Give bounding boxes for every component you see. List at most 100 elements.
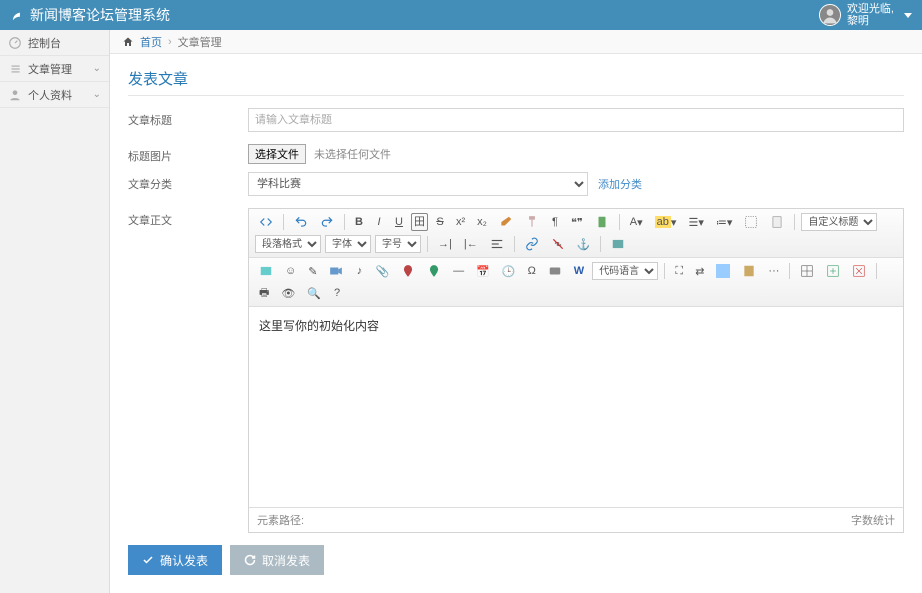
directionality-ltr-icon[interactable]: ⇄: [691, 262, 708, 280]
cancel-button[interactable]: 取消发表: [230, 545, 324, 575]
underline-icon[interactable]: U: [391, 213, 407, 231]
sidebar-item-dashboard[interactable]: 控制台: [0, 30, 109, 56]
background-icon[interactable]: [712, 262, 734, 280]
search-replace-icon[interactable]: 🔍: [303, 284, 325, 302]
bold-icon[interactable]: B: [351, 213, 367, 231]
code-language-select[interactable]: 代码语言: [592, 262, 658, 280]
category-select[interactable]: 学科比赛: [248, 172, 588, 196]
backcolor-icon[interactable]: ab▾: [651, 213, 681, 231]
unlink-icon[interactable]: [547, 235, 569, 253]
brand-label: 新闻博客论坛管理系统: [30, 5, 170, 25]
strike-icon[interactable]: S: [432, 213, 448, 231]
italic-icon[interactable]: I: [371, 213, 387, 231]
user-menu[interactable]: 欢迎光临, 黎明: [819, 3, 912, 27]
cancel-label: 取消发表: [262, 552, 310, 569]
leaf-icon: [10, 8, 24, 22]
custom-title-select[interactable]: 自定义标题: [801, 213, 877, 231]
format-brush-icon[interactable]: [521, 213, 543, 231]
table-icon[interactable]: [796, 262, 818, 280]
editor-content-area[interactable]: 这里写你的初始化内容: [249, 307, 903, 507]
submit-button[interactable]: 确认发表: [128, 545, 222, 575]
add-category-link[interactable]: 添加分类: [598, 176, 642, 192]
date-icon[interactable]: 📅: [472, 262, 494, 280]
blockquote-icon[interactable]: ❝❞: [567, 213, 587, 231]
label-category: 文章分类: [128, 172, 248, 196]
outdent-icon[interactable]: |←: [460, 235, 482, 253]
breadcrumb-home[interactable]: 首页: [140, 34, 162, 50]
superscript-icon[interactable]: x²: [452, 213, 469, 231]
topbar: 新闻博客论坛管理系统 欢迎光临, 黎明: [0, 0, 922, 30]
breadcrumb-sep: ›: [168, 36, 172, 48]
sidebar-item-articles[interactable]: 文章管理 ⌄: [0, 56, 109, 82]
dashboard-icon: [8, 36, 22, 50]
paragraph-format-select[interactable]: 段落格式: [255, 235, 321, 253]
link-icon[interactable]: [521, 235, 543, 253]
user-text: 欢迎光临, 黎明: [847, 3, 894, 27]
sidebar-item-label: 控制台: [28, 35, 61, 51]
fullscreen-icon[interactable]: ⛶: [671, 262, 687, 280]
wordimage-icon[interactable]: W: [570, 262, 588, 280]
source-icon[interactable]: [255, 213, 277, 231]
font-family-select[interactable]: 字体: [325, 235, 371, 253]
redo-icon[interactable]: [316, 213, 338, 231]
user-icon: [8, 88, 22, 102]
map-icon[interactable]: [397, 262, 419, 280]
font-size-select[interactable]: 字号: [375, 235, 421, 253]
editor-footer: 元素路径: 字数统计: [249, 507, 903, 532]
sidebar-item-profile[interactable]: 个人资料 ⌄: [0, 82, 109, 108]
single-image-icon[interactable]: [255, 262, 277, 280]
divider: [128, 95, 904, 96]
sidebar-item-label: 文章管理: [28, 61, 72, 77]
fontborder-icon[interactable]: 田: [411, 213, 428, 231]
special-char-icon[interactable]: Ω: [524, 262, 540, 280]
table-insert-icon[interactable]: [822, 262, 844, 280]
table-delete-icon[interactable]: [848, 262, 870, 280]
label-image: 标题图片: [128, 144, 248, 164]
indent-icon[interactable]: →|: [434, 235, 456, 253]
template-icon[interactable]: [738, 262, 760, 280]
chevron-down-icon: ⌄: [93, 63, 101, 74]
anchor-icon[interactable]: ⚓: [573, 235, 595, 253]
choose-file-button[interactable]: 选择文件: [248, 144, 306, 164]
snapscreen-icon[interactable]: [544, 262, 566, 280]
attachment-icon[interactable]: 📎: [371, 262, 393, 280]
emotion-icon[interactable]: ☺: [281, 262, 300, 280]
image-icon[interactable]: [607, 235, 629, 253]
label-title: 文章标题: [128, 108, 248, 132]
music-icon[interactable]: ♪: [351, 262, 367, 280]
caret-down-icon: [904, 13, 912, 18]
main: 首页 › 文章管理 发表文章 文章标题 标题图片 选择文件 未选择任何文件: [110, 30, 922, 593]
pasteplain-icon[interactable]: [591, 213, 613, 231]
preview-icon[interactable]: 👁: [277, 284, 299, 302]
sidebar: 控制台 文章管理 ⌄ 个人资料 ⌄: [0, 30, 110, 593]
cleardoc-icon[interactable]: [766, 213, 788, 231]
subscript-icon[interactable]: x₂: [473, 213, 491, 231]
submit-label: 确认发表: [160, 552, 208, 569]
page-title: 发表文章: [128, 68, 904, 89]
undo-icon[interactable]: [290, 213, 312, 231]
autotypeset-icon[interactable]: ¶: [547, 213, 563, 231]
refresh-icon: [244, 554, 256, 566]
avatar: [819, 4, 841, 26]
brand: 新闻博客论坛管理系统: [10, 5, 170, 25]
ordered-list-icon[interactable]: ☰▾: [684, 213, 707, 231]
editor-wordcount: 字数统计: [851, 512, 895, 528]
time-icon[interactable]: 🕒: [498, 262, 520, 280]
editor-elementpath: 元素路径:: [257, 512, 304, 528]
help-icon[interactable]: ?: [329, 284, 345, 302]
scrawl-icon[interactable]: ✎: [304, 262, 321, 280]
unordered-list-icon[interactable]: ≔▾: [712, 213, 737, 231]
chevron-down-icon: ⌄: [93, 89, 101, 100]
title-input[interactable]: [248, 108, 904, 132]
editor-toolbar-row2: ☺ ✎ ♪ 📎 — 📅 🕒 Ω W: [249, 258, 903, 307]
selectall-icon[interactable]: [740, 213, 762, 231]
pagebreak-icon[interactable]: ···: [764, 262, 783, 280]
print-icon[interactable]: 🖶: [255, 284, 273, 302]
gmap-icon[interactable]: [423, 262, 445, 280]
video-icon[interactable]: [325, 262, 347, 280]
forecolor-icon[interactable]: A▾: [626, 213, 647, 231]
editor-toolbar-row1: B I U 田 S x² x₂ ¶ ❝❞: [249, 209, 903, 258]
eraser-icon[interactable]: [495, 213, 517, 231]
align-left-icon[interactable]: [486, 235, 508, 253]
hr-icon[interactable]: —: [449, 262, 468, 280]
